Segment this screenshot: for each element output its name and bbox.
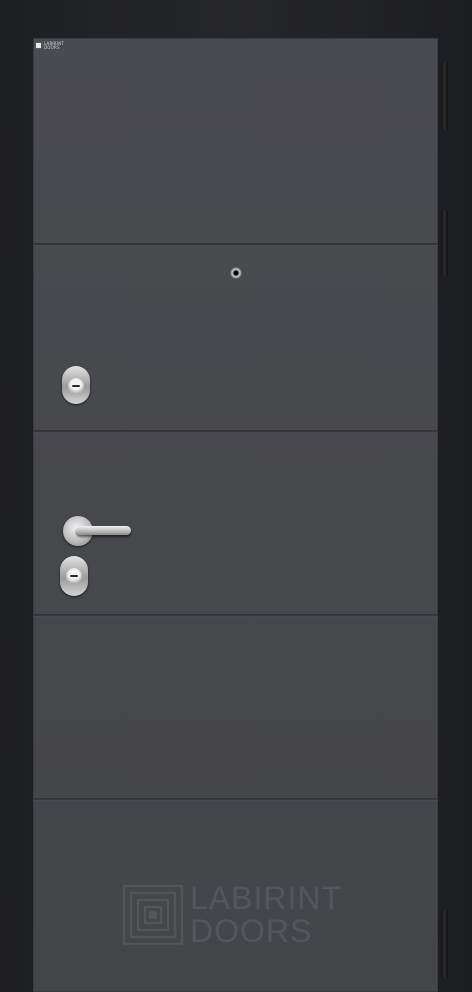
lock-cylinder-icon [62, 366, 90, 404]
peephole-icon [229, 266, 243, 280]
hinge-middle [441, 210, 448, 276]
panel-groove [33, 614, 438, 617]
brand-word-labirint: LABIRINT [190, 880, 343, 916]
panel-groove [33, 798, 438, 801]
panel-groove [33, 243, 438, 246]
labirint-logo-icon [122, 884, 184, 946]
lock-cylinder-icon [60, 556, 88, 596]
brand-logo: LABIRINT DOORS [122, 882, 362, 952]
brand-word-doors: DOORS [190, 913, 313, 949]
corner-logo-line2: DOORS [44, 44, 60, 50]
hinge-bottom [441, 910, 448, 978]
corner-logo: LABIRINT DOORS [35, 41, 64, 50]
hinge-top [441, 62, 448, 130]
corner-logo-icon [35, 42, 42, 49]
panel-groove [33, 430, 438, 433]
door-leaf [33, 38, 438, 992]
lever-handle-icon [76, 526, 131, 535]
